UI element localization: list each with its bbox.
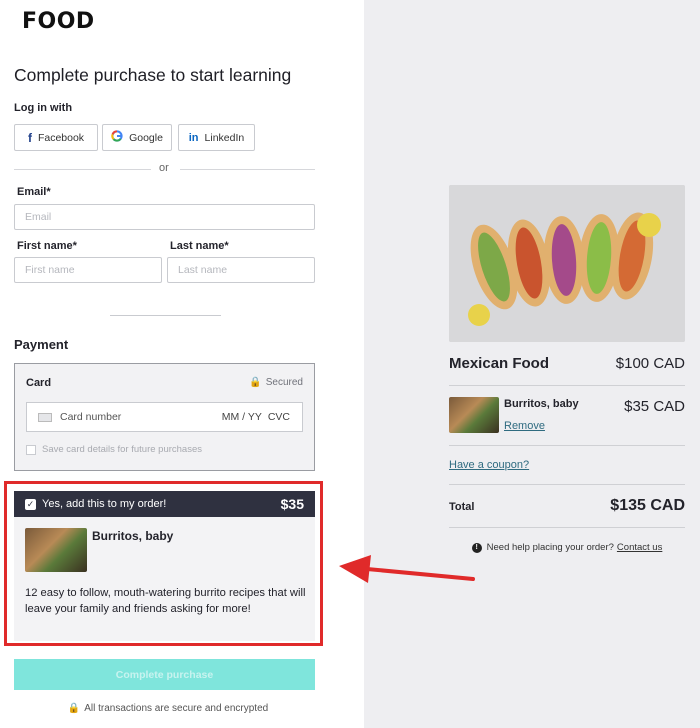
- complete-purchase-button[interactable]: Complete purchase: [14, 659, 315, 690]
- summary-item-price: $35 CAD: [624, 398, 685, 415]
- or-divider-left: [14, 169, 151, 170]
- facebook-label: Facebook: [37, 131, 85, 144]
- brand-logo[interactable]: FOOD: [22, 9, 95, 34]
- login-with-label: Log in with: [14, 102, 73, 114]
- expiry-placeholder[interactable]: MM / YY: [222, 411, 262, 423]
- page-title: Complete purchase to start learning: [14, 65, 292, 85]
- save-card-text: Save card details for future purchases: [42, 444, 203, 455]
- red-arrow-icon: [339, 555, 475, 583]
- help-text: Need help placing your order?: [486, 542, 614, 553]
- highlight-box: [4, 481, 323, 646]
- email-field[interactable]: Email: [14, 204, 315, 230]
- first-name-field[interactable]: First name: [14, 257, 162, 283]
- google-login-button[interactable]: Google: [102, 124, 172, 151]
- secure-note: 🔒 All transactions are secure and encryp…: [0, 703, 336, 714]
- google-icon: [111, 130, 123, 145]
- contact-us-link[interactable]: Contact us: [617, 542, 662, 553]
- checkout-panel: FOOD Complete purchase to start learning…: [0, 0, 364, 728]
- lock-icon: 🔒: [249, 377, 262, 388]
- tacos-image: [449, 185, 685, 342]
- product-price: $100 CAD: [615, 355, 685, 372]
- summary-item-name: Burritos, baby: [504, 398, 579, 410]
- order-summary-panel: Mexican Food $100 CAD Burritos, baby Rem…: [364, 0, 700, 728]
- total-value: $135 CAD: [610, 497, 685, 514]
- summary-divider: [449, 445, 685, 446]
- facebook-icon: f: [27, 130, 32, 145]
- summary-divider: [449, 385, 685, 386]
- cvc-placeholder[interactable]: CVC: [268, 411, 290, 423]
- info-icon: !: [471, 542, 482, 553]
- linkedin-icon: in: [188, 131, 199, 144]
- coupon-link[interactable]: Have a coupon?: [449, 459, 529, 471]
- card-number-placeholder: Card number: [60, 411, 122, 423]
- or-text: or: [159, 162, 169, 174]
- facebook-login-button[interactable]: f Facebook: [14, 124, 98, 151]
- google-label: Google: [129, 131, 163, 144]
- summary-divider: [449, 527, 685, 528]
- lock-icon: 🔒: [67, 703, 81, 714]
- remove-item-link[interactable]: Remove: [504, 420, 545, 432]
- section-divider: [110, 315, 221, 316]
- total-label: Total: [449, 501, 475, 513]
- secure-note-text: All transactions are secure and encrypte…: [84, 703, 269, 714]
- secured-text: Secured: [265, 377, 303, 388]
- or-divider-right: [180, 169, 315, 170]
- burrito-thumbnail: [449, 397, 499, 433]
- help-note: ! Need help placing your order? Contact …: [449, 542, 685, 553]
- email-label: Email*: [17, 186, 51, 198]
- credit-card-icon: [38, 412, 52, 422]
- card-payment-box: Card 🔒 Secured Card number MM / YY CVC S…: [14, 363, 315, 471]
- secured-indicator: 🔒 Secured: [249, 377, 303, 388]
- save-card-option[interactable]: Save card details for future purchases: [26, 444, 202, 455]
- payment-heading: Payment: [14, 337, 69, 352]
- linkedin-label: LinkedIn: [204, 131, 245, 144]
- last-name-field[interactable]: Last name: [167, 257, 315, 283]
- linkedin-login-button[interactable]: in LinkedIn: [178, 124, 255, 151]
- card-label: Card: [26, 377, 52, 389]
- card-number-field[interactable]: Card number MM / YY CVC: [26, 402, 303, 432]
- summary-divider: [449, 484, 685, 485]
- save-card-checkbox[interactable]: [26, 444, 36, 455]
- product-title: Mexican Food: [449, 355, 550, 372]
- last-name-label: Last name*: [170, 240, 229, 252]
- first-name-label: First name*: [17, 240, 77, 252]
